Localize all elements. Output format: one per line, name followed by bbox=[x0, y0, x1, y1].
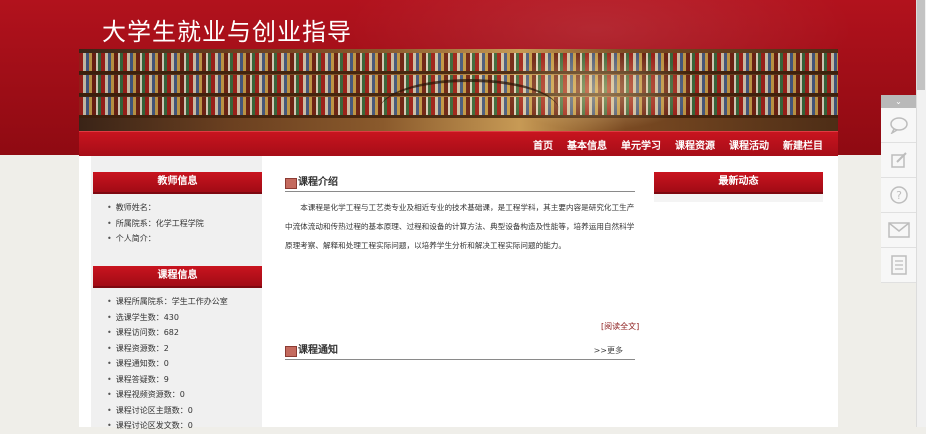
list-item: 课程通知数：0 bbox=[107, 356, 228, 372]
mail-icon[interactable] bbox=[881, 213, 916, 248]
nav-basic-info[interactable]: 基本信息 bbox=[560, 137, 614, 152]
course-info-title: 课程信息 bbox=[93, 266, 262, 288]
read-more-link[interactable]: [阅读全文] bbox=[601, 321, 639, 332]
nav-course-resources[interactable]: 课程资源 bbox=[668, 137, 722, 152]
scrollbar-thumb[interactable] bbox=[917, 0, 925, 90]
course-intro-header: 课程介绍 bbox=[285, 176, 635, 192]
left-sidebar: 教师信息 教师姓名： 所属院系：化学工程学院 个人简介： 课程信息 课程所属院系… bbox=[91, 156, 262, 430]
course-notice-header: 课程通知 >>更多 bbox=[285, 344, 635, 360]
chevron-down-icon[interactable]: ⌄ bbox=[881, 95, 916, 108]
latest-news-title: 最新动态 bbox=[654, 172, 823, 194]
help-icon[interactable]: ? bbox=[881, 178, 916, 213]
right-sidebar: 最新动态 bbox=[654, 172, 823, 202]
list-item: 所属院系：化学工程学院 bbox=[107, 216, 204, 232]
section-icon bbox=[285, 178, 297, 189]
list-item: 课程讨论区主题数：0 bbox=[107, 403, 228, 419]
main-nav: 首页 基本信息 单元学习 课程资源 课程活动 新建栏目 bbox=[79, 131, 838, 157]
nav-unit-study[interactable]: 单元学习 bbox=[614, 137, 668, 152]
list-item: 个人简介： bbox=[107, 231, 204, 247]
list-item: 课程访问数：682 bbox=[107, 325, 228, 341]
list-item: 选课学生数：430 bbox=[107, 310, 228, 326]
more-link[interactable]: >>更多 bbox=[594, 345, 623, 356]
teacher-info-title: 教师信息 bbox=[93, 172, 262, 194]
main-content: 教师信息 教师姓名： 所属院系：化学工程学院 个人简介： 课程信息 课程所属院系… bbox=[79, 156, 838, 430]
library-banner bbox=[79, 49, 838, 131]
nav-home[interactable]: 首页 bbox=[526, 137, 560, 152]
chat-icon[interactable] bbox=[881, 108, 916, 143]
list-item: 教师姓名： bbox=[107, 200, 204, 216]
course-intro-text: 本课程是化学工程与工艺类专业及相近专业的技术基础课，是工程学科，其主要内容是研究… bbox=[285, 203, 635, 250]
banner-shelf bbox=[79, 71, 838, 74]
edit-icon[interactable] bbox=[881, 143, 916, 178]
floating-toolbar: ⌄ ? bbox=[881, 95, 916, 285]
course-notice-title: 课程通知 bbox=[298, 345, 338, 356]
document-icon[interactable] bbox=[881, 248, 916, 283]
site-title: 大学生就业与创业指导 bbox=[102, 18, 352, 46]
list-item: 课程所属院系：学生工作办公室 bbox=[107, 294, 228, 310]
list-item: 课程视频资源数：0 bbox=[107, 387, 228, 403]
nav-new-column[interactable]: 新建栏目 bbox=[776, 137, 830, 152]
course-info-list: 课程所属院系：学生工作办公室 选课学生数：430 课程访问数：682 课程资源数… bbox=[107, 294, 228, 434]
svg-text:?: ? bbox=[896, 189, 902, 202]
course-intro-title: 课程介绍 bbox=[298, 177, 338, 188]
banner-books-row bbox=[79, 53, 838, 71]
teacher-info-list: 教师姓名： 所属院系：化学工程学院 个人简介： bbox=[107, 200, 204, 247]
nav-course-activities[interactable]: 课程活动 bbox=[722, 137, 776, 152]
section-icon bbox=[285, 346, 297, 357]
list-item: 课程讨论区发文数：0 bbox=[107, 418, 228, 434]
list-item: 课程资源数：2 bbox=[107, 341, 228, 357]
list-item: 课程答疑数：9 bbox=[107, 372, 228, 388]
